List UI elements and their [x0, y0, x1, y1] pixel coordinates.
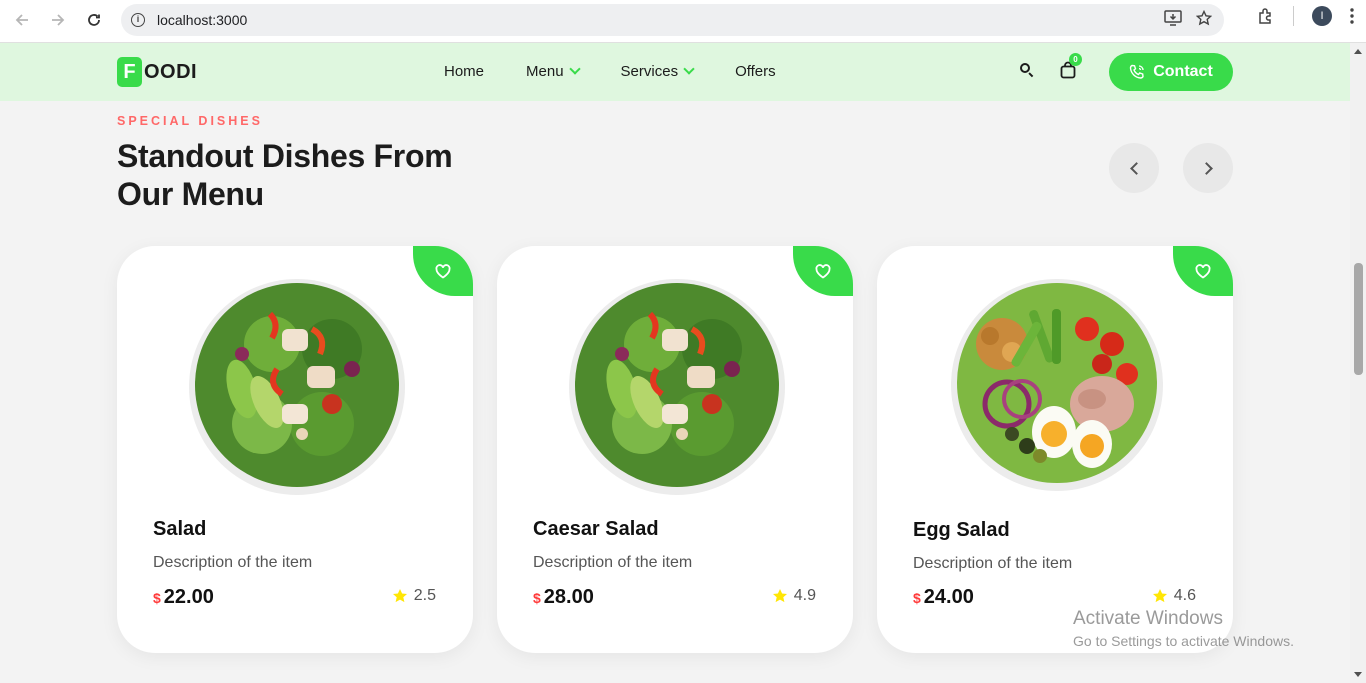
scroll-down-arrow-icon[interactable]: [1354, 672, 1362, 677]
currency-symbol: $: [153, 590, 161, 606]
star-icon: [1152, 589, 1167, 603]
search-icon[interactable]: [1020, 63, 1034, 77]
browser-toolbar: i localhost:3000 I: [0, 0, 1366, 43]
dish-price: $28.00: [533, 586, 594, 609]
dish-rating: 2.5: [392, 587, 436, 605]
url-text: localhost:3000: [157, 12, 248, 28]
profile-avatar[interactable]: I: [1312, 6, 1332, 26]
cart-count-badge: 0: [1069, 53, 1082, 66]
nav-offers[interactable]: Offers: [735, 63, 776, 80]
scrollbar-thumb[interactable]: [1354, 263, 1363, 375]
favorite-button[interactable]: [793, 246, 853, 296]
more-menu-icon[interactable]: [1350, 8, 1354, 24]
dish-title: Salad: [153, 518, 207, 540]
chicken-salad-bowl-image: [189, 279, 405, 495]
slider-next-button[interactable]: [1183, 143, 1233, 193]
contact-label: Contact: [1153, 63, 1213, 80]
price-value: 28.00: [543, 586, 594, 608]
dish-card[interactable]: Egg Salad Description of the item $24.00…: [877, 246, 1233, 653]
currency-symbol: $: [913, 590, 921, 606]
price-value: 22.00: [163, 586, 214, 608]
site-logo[interactable]: F OODI: [117, 57, 197, 87]
section-title: Standout Dishes From Our Menu: [117, 138, 453, 212]
dish-description: Description of the item: [533, 554, 693, 571]
dish-title: Egg Salad: [913, 519, 1010, 541]
forward-icon[interactable]: [40, 2, 76, 38]
nav-menu[interactable]: Menu: [526, 63, 581, 80]
dish-card[interactable]: Caesar Salad Description of the item $28…: [497, 246, 853, 653]
rating-value: 4.9: [793, 587, 816, 604]
chicken-salad-bowl-image: [569, 279, 785, 495]
dish-rating: 4.6: [1152, 587, 1196, 605]
chevron-right-icon: [1199, 161, 1213, 175]
install-app-icon[interactable]: [1164, 10, 1182, 26]
watermark-title: Activate Windows: [1073, 608, 1223, 629]
currency-symbol: $: [533, 590, 541, 606]
star-icon: [772, 589, 787, 603]
dish-description: Description of the item: [153, 554, 313, 571]
extensions-icon[interactable]: [1257, 7, 1275, 25]
slider-prev-button[interactable]: [1109, 143, 1159, 193]
address-bar[interactable]: i localhost:3000: [121, 4, 1224, 36]
page-scrollbar[interactable]: [1350, 43, 1366, 683]
bookmark-star-icon[interactable]: [1196, 10, 1212, 26]
nav-home-label: Home: [444, 63, 485, 80]
dish-title: Caesar Salad: [533, 518, 659, 540]
header-icons: 0: [1020, 53, 1082, 79]
egg-tuna-salad-bowl-image: [951, 279, 1163, 491]
reload-icon[interactable]: [76, 2, 112, 38]
nav-menu-label: Menu: [526, 63, 564, 80]
dish-rating: 4.9: [772, 587, 816, 605]
nav-offers-label: Offers: [735, 63, 776, 80]
favorite-button[interactable]: [413, 246, 473, 296]
section-eyebrow: SPECIAL DISHES: [117, 114, 263, 128]
heart-icon: [1195, 263, 1211, 279]
nav-services-label: Services: [620, 63, 679, 80]
rating-value: 4.6: [1173, 587, 1196, 604]
chevron-down-icon: [683, 63, 695, 75]
dish-price: $22.00: [153, 586, 214, 609]
windows-activation-watermark: Activate Windows Go to Settings to activ…: [1073, 608, 1294, 649]
logo-text: OODI: [144, 60, 198, 83]
chevron-down-icon: [568, 63, 581, 75]
nav-services[interactable]: Services: [620, 63, 695, 80]
price-value: 24.00: [923, 586, 974, 608]
site-header: F OODI Home Menu Services Offers 0 Conta…: [0, 43, 1350, 101]
phone-icon: [1130, 64, 1144, 79]
heart-icon: [435, 263, 451, 279]
dish-price: $24.00: [913, 586, 974, 609]
favorite-button[interactable]: [1173, 246, 1233, 296]
dish-description: Description of the item: [913, 555, 1073, 572]
heart-icon: [815, 263, 831, 279]
nav-home[interactable]: Home: [444, 63, 484, 80]
dish-card[interactable]: Salad Description of the item $22.00 2.5: [117, 246, 473, 653]
scroll-up-arrow-icon[interactable]: [1354, 49, 1362, 54]
star-icon: [392, 589, 407, 603]
main-nav: Home Menu Services Offers: [444, 63, 776, 80]
site-info-icon[interactable]: i: [131, 13, 145, 27]
contact-button[interactable]: Contact: [1109, 53, 1233, 91]
chevron-left-icon: [1129, 161, 1143, 175]
watermark-subtitle: Go to Settings to activate Windows.: [1073, 633, 1294, 649]
back-icon[interactable]: [4, 2, 40, 38]
browser-actions: I: [1257, 6, 1354, 26]
logo-mark: F: [117, 57, 142, 87]
rating-value: 2.5: [413, 587, 436, 604]
